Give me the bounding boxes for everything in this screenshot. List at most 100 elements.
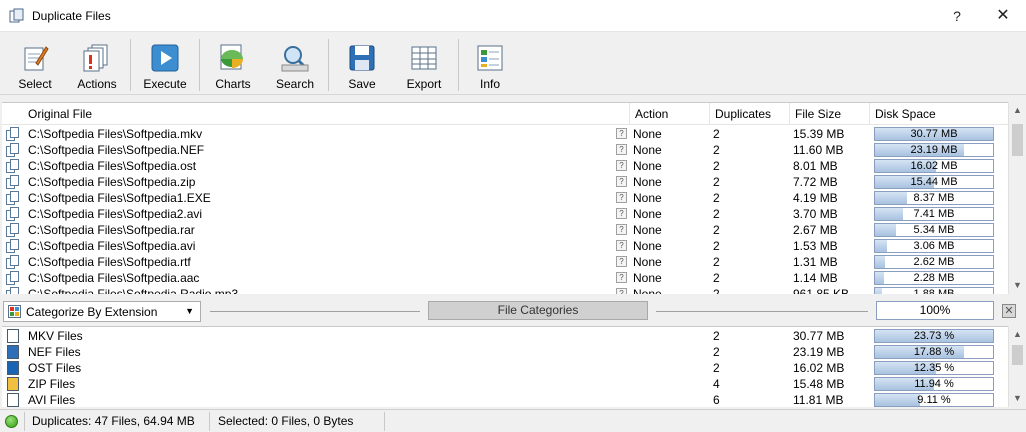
disk-space-text: 16.02 MB	[910, 160, 958, 172]
file-path-cell: C:\Softpedia Files\Softpedia.mkv	[28, 127, 203, 141]
action-help-icon[interactable]: ?	[616, 288, 627, 294]
category-count-cell: 2	[713, 345, 720, 359]
column-disk-space[interactable]: Disk Space	[870, 103, 1008, 125]
action-cell[interactable]: None	[633, 126, 662, 142]
file-categories-button[interactable]: File Categories	[428, 301, 648, 320]
category-percent-text: 9.11 %	[917, 394, 951, 406]
column-action[interactable]: Action	[630, 103, 710, 125]
categorize-dropdown-value: Categorize By Extension	[26, 305, 158, 319]
column-file-size[interactable]: File Size	[790, 103, 870, 125]
column-original-file[interactable]: Original File	[2, 103, 630, 125]
action-help-icon[interactable]: ?	[616, 144, 627, 155]
close-categories-button[interactable]: ✕	[1002, 304, 1016, 318]
duplicate-file-icon	[6, 143, 19, 157]
select-icon	[24, 46, 49, 71]
action-help-icon[interactable]: ?	[616, 192, 627, 203]
table-row[interactable]: C:\Softpedia Files\Softpedia.zip? None 2 7.…	[2, 174, 1008, 190]
actions-button[interactable]: Actions	[66, 37, 128, 93]
action-cell[interactable]: None	[633, 142, 662, 158]
table-row[interactable]: C:\Softpedia Files\Softpedia.ost? None 2 8.…	[2, 158, 1008, 174]
disk-space-text: 1.88 MB	[913, 288, 955, 294]
action-help-icon[interactable]: ?	[616, 272, 627, 283]
action-cell[interactable]: None	[633, 174, 662, 190]
duplicate-files-table: Original File Action Duplicates File Siz…	[2, 102, 1008, 294]
toolbar-separator	[458, 39, 459, 91]
close-window-button[interactable]: ✕	[980, 0, 1026, 32]
info-button[interactable]: Info	[460, 37, 520, 93]
categories-table: MKV Files 2 30.77 MB 23.73 % NEF Files 2 23.19…	[2, 326, 1008, 407]
toolbar: Select Actions Execute Charts Search Sav…	[0, 33, 1026, 95]
category-percent-text: 12.35 %	[913, 362, 955, 374]
table-row[interactable]: C:\Softpedia Files\Softpedia.aac? None 2 1.…	[2, 270, 1008, 286]
categorize-dropdown[interactable]: Categorize By Extension ▼	[3, 301, 201, 322]
window-title: Duplicate Files	[32, 9, 111, 23]
action-help-icon[interactable]: ?	[616, 240, 627, 251]
action-cell[interactable]: None	[633, 222, 662, 238]
action-cell[interactable]: None	[633, 190, 662, 206]
action-cell[interactable]: None	[633, 270, 662, 286]
categories-vertical-scrollbar[interactable]: ▲ ▼	[1008, 326, 1025, 407]
export-button[interactable]: Export	[393, 37, 455, 93]
category-row[interactable]: NEF Files 2 23.19 MB 17.88 %	[2, 344, 1008, 360]
action-cell[interactable]: None	[633, 206, 662, 222]
category-size-cell: 15.48 MB	[793, 377, 845, 391]
status-ok-icon	[5, 415, 18, 428]
category-row[interactable]: OST Files 2 16.02 MB 12.35 %	[2, 360, 1008, 376]
actions-label: Actions	[77, 77, 117, 91]
action-cell[interactable]: None	[633, 158, 662, 174]
scroll-up-arrow-icon[interactable]: ▲	[1009, 326, 1026, 343]
table-row[interactable]: C:\Softpedia Files\Softpedia Radio.mp3? N…	[2, 286, 1008, 294]
duplicate-file-icon	[6, 255, 19, 269]
file-path-cell: C:\Softpedia Files\Softpedia Radio.mp3	[28, 287, 239, 294]
title-bar: Duplicate Files ? ✕	[0, 0, 1026, 32]
files-vertical-scrollbar[interactable]: ▲ ▼	[1008, 102, 1025, 294]
scroll-thumb[interactable]	[1012, 345, 1023, 365]
action-help-icon[interactable]: ?	[616, 160, 627, 171]
save-button[interactable]: Save	[332, 37, 392, 93]
categorize-bar: Categorize By Extension ▼ File Categorie…	[0, 296, 1026, 326]
disk-space-bar: 5.34 MB	[874, 223, 994, 237]
column-duplicates[interactable]: Duplicates	[710, 103, 790, 125]
category-row[interactable]: MKV Files 2 30.77 MB 23.73 %	[2, 328, 1008, 344]
file-path-cell: C:\Softpedia Files\Softpedia2.avi	[28, 207, 203, 221]
help-button[interactable]: ?	[934, 0, 980, 32]
action-cell[interactable]: None	[633, 254, 662, 270]
disk-space-bar: 2.62 MB	[874, 255, 994, 269]
scroll-down-arrow-icon[interactable]: ▼	[1009, 390, 1026, 407]
select-button[interactable]: Select	[4, 37, 66, 93]
execute-play-icon	[151, 44, 179, 72]
table-row[interactable]: C:\Softpedia Files\Softpedia.rtf? None 2 1.…	[2, 254, 1008, 270]
categorize-progress: 100%	[876, 301, 994, 320]
action-cell[interactable]: None	[633, 286, 662, 294]
scroll-up-arrow-icon[interactable]: ▲	[1009, 102, 1026, 119]
category-size-cell: 23.19 MB	[793, 345, 845, 359]
table-row[interactable]: C:\Softpedia Files\Softpedia1.EXE? None 2 4…	[2, 190, 1008, 206]
category-percent-text: 17.88 %	[913, 346, 955, 358]
action-help-icon[interactable]: ?	[616, 224, 627, 235]
search-button[interactable]: Search	[264, 37, 326, 93]
disk-space-bar: 1.88 MB	[874, 287, 994, 294]
video-file-icon	[7, 329, 19, 343]
table-row[interactable]: C:\Softpedia Files\Softpedia.NEF? None 2 11…	[2, 142, 1008, 158]
category-size-cell: 16.02 MB	[793, 361, 845, 375]
charts-button[interactable]: Charts	[202, 37, 264, 93]
disk-space-text: 7.41 MB	[913, 208, 955, 220]
disk-space-text: 2.28 MB	[913, 272, 955, 284]
execute-button[interactable]: Execute	[134, 37, 196, 93]
action-help-icon[interactable]: ?	[616, 176, 627, 187]
table-row[interactable]: C:\Softpedia Files\Softpedia2.avi? None 2 3…	[2, 206, 1008, 222]
action-help-icon[interactable]: ?	[616, 208, 627, 219]
scroll-thumb[interactable]	[1012, 124, 1023, 156]
zip-archive-icon	[7, 377, 19, 391]
status-separator	[384, 412, 385, 431]
action-help-icon[interactable]: ?	[616, 256, 627, 267]
table-row[interactable]: C:\Softpedia Files\Softpedia.rar? None 2 2.…	[2, 222, 1008, 238]
scroll-down-arrow-icon[interactable]: ▼	[1009, 277, 1026, 294]
category-row[interactable]: AVI Files 6 11.81 MB 9.11 %	[2, 392, 1008, 407]
action-cell[interactable]: None	[633, 238, 662, 254]
table-row[interactable]: C:\Softpedia Files\Softpedia.avi? None 2 1.…	[2, 238, 1008, 254]
table-row[interactable]: C:\Softpedia Files\Softpedia.mkv? None 2 15…	[2, 126, 1008, 142]
file-path-cell: C:\Softpedia Files\Softpedia.aac	[28, 271, 200, 285]
action-help-icon[interactable]: ?	[616, 128, 627, 139]
category-row[interactable]: ZIP Files 4 15.48 MB 11.94 %	[2, 376, 1008, 392]
